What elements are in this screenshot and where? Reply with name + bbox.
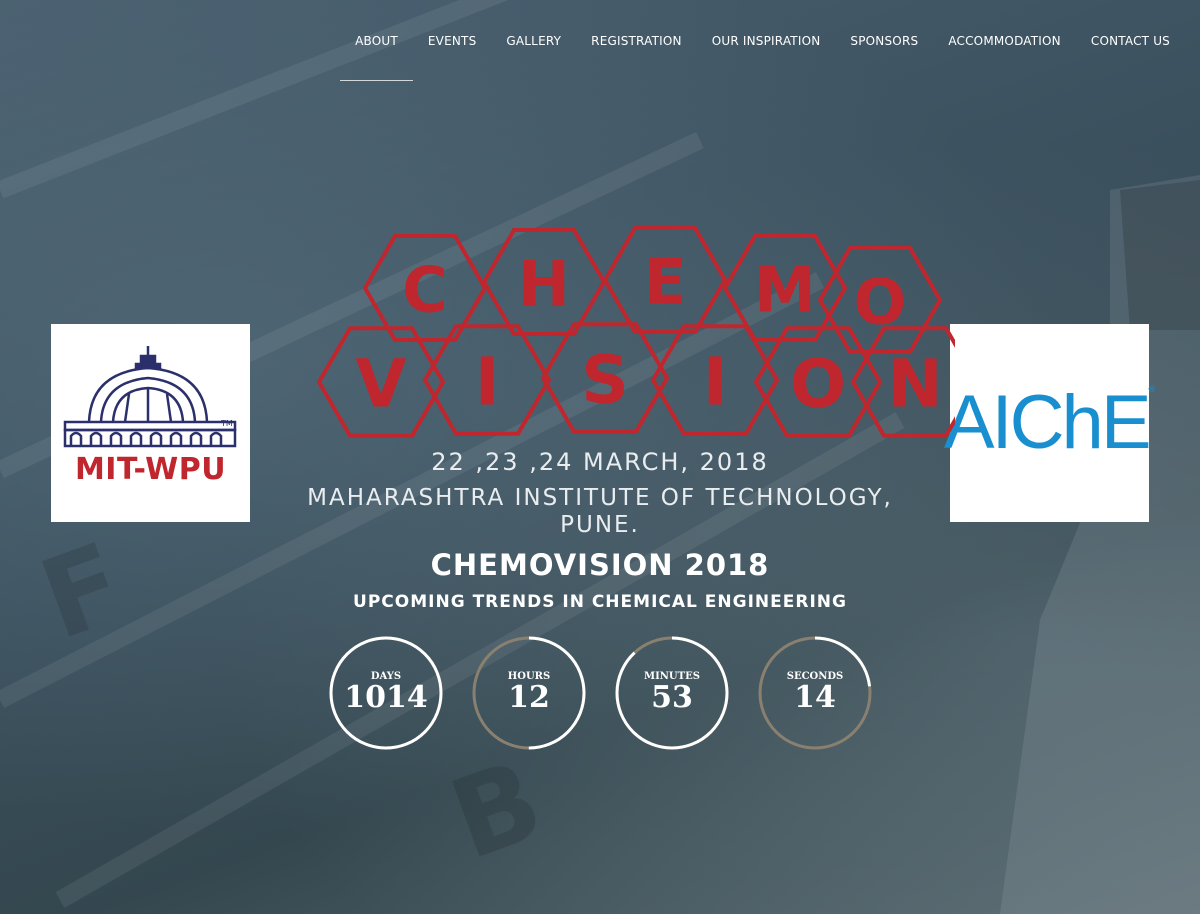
- institute-name: MAHARASHTRA INSTITUTE OF TECHNOLOGY, PUN…: [307, 485, 893, 538]
- countdown-minutes: MINUTES 53: [615, 636, 729, 750]
- logo-letter-bottom: V: [355, 346, 406, 423]
- nav-contact-us[interactable]: CONTACT US: [1076, 0, 1185, 82]
- svg-text:F: F: [25, 518, 139, 664]
- mit-wpu-wordmark: MIT-WPU: [74, 452, 227, 487]
- nav-events[interactable]: EVENTS: [413, 0, 492, 82]
- nav-registration[interactable]: REGISTRATION: [576, 0, 697, 82]
- logo-letter-bottom: O: [790, 346, 846, 423]
- nav-sponsors[interactable]: SPONSORS: [835, 0, 933, 82]
- countdown-minutes-value: 53: [651, 680, 693, 715]
- chemovision-hex-logo: C H E M OV I S I O N: [316, 226, 955, 438]
- countdown-days: DAYS 1014: [329, 636, 443, 750]
- nav-our-inspiration[interactable]: OUR INSPIRATION: [697, 0, 836, 82]
- countdown-timer: DAYS 1014 HOURS 12 MINUTES 53 SECONDS 14: [329, 636, 874, 750]
- registered-mark: ®: [1148, 384, 1156, 394]
- countdown-hours-value: 12: [508, 680, 550, 715]
- aiche-logo: AIChE®: [944, 324, 1155, 522]
- countdown-hours: HOURS 12: [472, 636, 586, 750]
- trademark-mark: TM: [220, 419, 233, 428]
- logo-letter-top: E: [644, 246, 686, 319]
- logo-letter-top: M: [754, 254, 816, 327]
- nav-about[interactable]: ABOUT: [340, 0, 413, 82]
- aiche-wordmark: AIChE®: [943, 380, 1156, 465]
- logo-letter-bottom: I: [703, 344, 728, 421]
- logo-letter-bottom: S: [581, 342, 629, 419]
- event-dates: 22 ,23 ,24 MARCH, 2018: [431, 448, 769, 476]
- nav-accommodation[interactable]: ACCOMMODATION: [933, 0, 1076, 82]
- countdown-seconds: SECONDS 14: [758, 636, 872, 750]
- event-title: CHEMOVISION 2018: [430, 548, 770, 582]
- logo-letter-top: C: [402, 254, 448, 327]
- event-tagline: UPCOMING TRENDS IN CHEMICAL ENGINEERING: [353, 592, 847, 612]
- logo-letter-bottom: I: [475, 344, 500, 421]
- logo-letter-bottom: N: [887, 346, 942, 423]
- logo-letter-top: O: [854, 266, 907, 339]
- countdown-seconds-value: 14: [794, 680, 836, 715]
- svg-text:B: B: [435, 735, 558, 884]
- nav-gallery[interactable]: GALLERY: [491, 0, 576, 82]
- mit-wpu-logo: TM MIT-WPU: [51, 324, 250, 522]
- logo-letter-top: H: [518, 248, 570, 321]
- countdown-days-value: 1014: [344, 680, 428, 715]
- main-nav: ABOUT EVENTS GALLERY REGISTRATION OUR IN…: [340, 0, 1185, 82]
